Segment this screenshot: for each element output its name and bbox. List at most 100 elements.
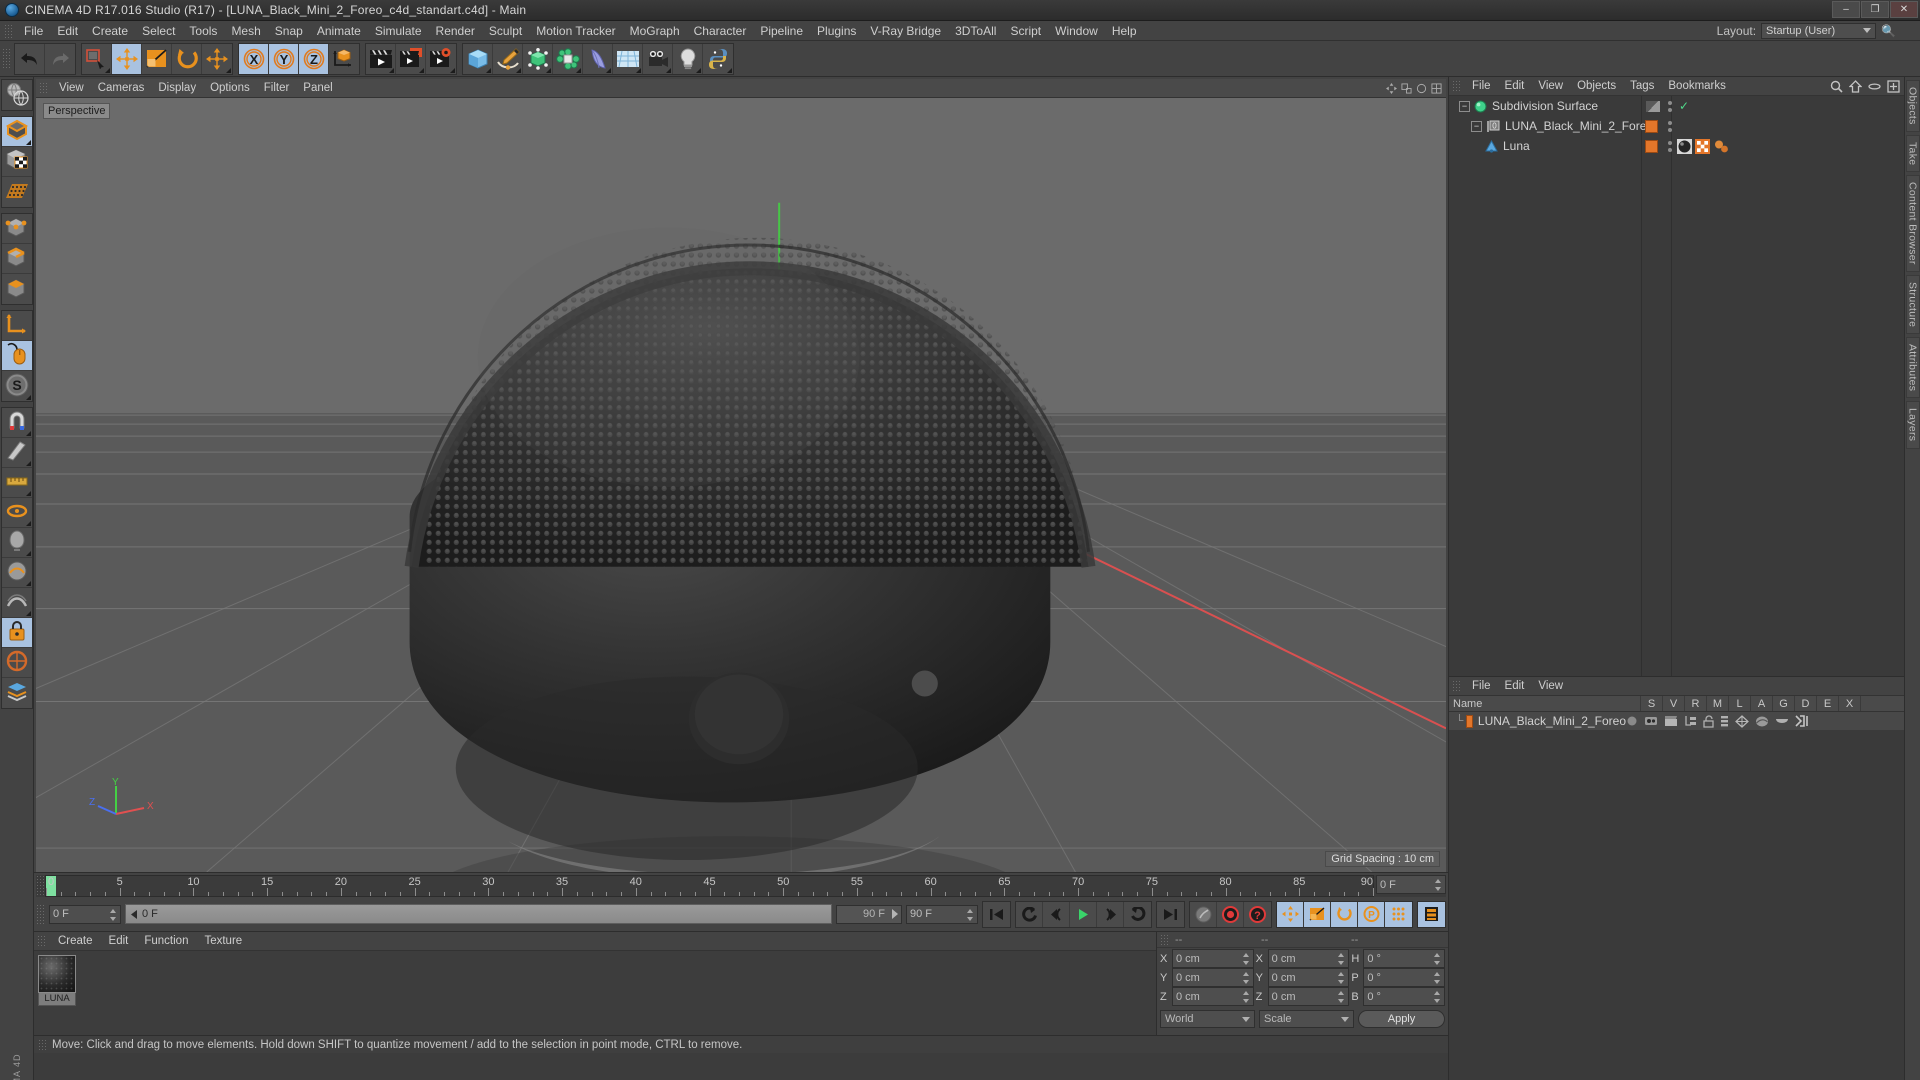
object-color-tag[interactable] [1645, 139, 1658, 153]
coordinates-grip-icon[interactable] [1160, 934, 1169, 945]
spinner-icon[interactable] [1242, 953, 1250, 965]
vertical-tab-objects[interactable]: Objects [1905, 80, 1920, 132]
timeline-ruler-track[interactable]: 0 5 10 15 20 25 30 35 40 45 50 55 60 65 70 75 80 85 90 [45, 875, 1374, 897]
timeline-scrubber[interactable]: 0 F [125, 904, 832, 924]
size-x-field[interactable]: 0 cm [1267, 949, 1350, 968]
pla-key-button[interactable]: P [1358, 901, 1385, 927]
brush-tool-button[interactable] [1, 528, 32, 558]
spinner-icon[interactable] [1434, 972, 1441, 984]
object-menu-item-view[interactable]: View [1531, 77, 1570, 96]
flyout-corner-icon[interactable] [25, 581, 31, 586]
layer-manager-grip-icon[interactable] [1452, 679, 1461, 693]
menu-item-file[interactable]: File [17, 21, 50, 41]
viewport-menu-item-panel[interactable]: Panel [296, 79, 339, 98]
render-region-button[interactable] [1, 648, 32, 678]
object-menu-item-bookmarks[interactable]: Bookmarks [1661, 77, 1733, 96]
add-nurbs-button[interactable] [523, 43, 553, 74]
lock-z-button[interactable]: Z [299, 43, 329, 74]
viewport-menu-item-cameras[interactable]: Cameras [91, 79, 152, 98]
menu-item-help[interactable]: Help [1105, 21, 1144, 41]
model-mode-button[interactable] [1, 117, 32, 147]
menu-item-sculpt[interactable]: Sculpt [482, 21, 529, 41]
record-active-objects-button[interactable] [1217, 901, 1244, 927]
autokey-button[interactable] [1190, 901, 1217, 927]
coordinate-system-select[interactable]: World [1160, 1010, 1255, 1028]
menu-item-plugins[interactable]: Plugins [810, 21, 863, 41]
object-row-subdivision-surface[interactable]: − Subdivision Surface ✓ [1449, 96, 1904, 116]
layout-select[interactable]: Startup (User) [1761, 22, 1877, 39]
minimize-button[interactable]: – [1832, 1, 1860, 18]
timeline-film-button[interactable] [1418, 901, 1445, 927]
preview-range-field[interactable]: 0 F [1376, 875, 1446, 894]
object-tree[interactable]: − Subdivision Surface ✓ − 0 LUNA_Black_M… [1449, 96, 1904, 676]
apply-button[interactable]: Apply [1358, 1010, 1445, 1028]
size-y-field[interactable]: 0 cm [1267, 968, 1350, 987]
flyout-corner-icon[interactable] [389, 67, 394, 73]
fit-icon[interactable] [1887, 79, 1900, 93]
menu-item-mesh[interactable]: Mesh [224, 21, 267, 41]
phong-tag-icon[interactable] [1713, 139, 1730, 154]
visible-eye-icon[interactable] [1644, 715, 1658, 727]
vertical-tab-take[interactable]: Take [1905, 134, 1920, 173]
spinner-icon[interactable] [1434, 991, 1441, 1003]
add-spline-button[interactable] [493, 43, 523, 74]
lock-x-button[interactable]: X [239, 43, 269, 74]
scale-tool-button[interactable] [142, 43, 172, 74]
uvw-tag-icon[interactable] [1695, 138, 1710, 154]
material-menu-item-function[interactable]: Function [136, 932, 196, 951]
menu-item-script[interactable]: Script [1003, 21, 1048, 41]
spinner-icon[interactable] [1242, 972, 1250, 984]
spinner-icon[interactable] [1338, 991, 1345, 1003]
flyout-corner-icon[interactable] [25, 521, 31, 526]
flyout-corner-icon[interactable] [105, 67, 110, 73]
flyout-corner-icon[interactable] [25, 461, 31, 466]
solo-dot-icon[interactable] [1626, 715, 1638, 727]
add-light-button[interactable] [673, 43, 703, 74]
flyout-corner-icon[interactable] [516, 67, 521, 73]
maximize-view-icon[interactable] [1431, 82, 1442, 94]
flyout-corner-icon[interactable] [546, 67, 551, 73]
flyout-corner-icon[interactable] [25, 431, 31, 436]
points-mode-button[interactable] [1, 214, 32, 244]
rotate-view-icon[interactable] [1416, 83, 1427, 94]
play-loop-button[interactable] [1124, 902, 1151, 927]
layers-tool-button[interactable] [2, 678, 32, 708]
live-selection-button[interactable] [82, 43, 112, 74]
flyout-corner-icon[interactable] [25, 611, 31, 616]
world-object-coordinates-button[interactable] [329, 44, 359, 74]
python-button[interactable] [703, 44, 733, 74]
timeline-ruler[interactable]: 0 5 10 15 20 25 30 35 40 45 50 55 60 65 70 75 80 85 90 0 F [36, 875, 1446, 897]
texture-mode-button[interactable] [1, 147, 32, 177]
visibility-dots[interactable] [1665, 140, 1674, 152]
flyout-corner-icon[interactable] [727, 67, 732, 73]
go-to-end-button[interactable] [1157, 902, 1184, 927]
flyout-corner-icon[interactable] [666, 67, 671, 73]
flyout-corner-icon[interactable] [25, 551, 31, 556]
viewport-grip-icon[interactable] [39, 81, 48, 95]
size-z-field[interactable]: 0 cm [1267, 987, 1350, 1006]
spinner-icon[interactable] [1242, 991, 1250, 1003]
move-tool-button[interactable] [112, 43, 142, 74]
menu-item-animate[interactable]: Animate [310, 21, 368, 41]
smooth-tool-button[interactable] [1, 588, 32, 618]
previous-frame-button[interactable] [1043, 901, 1070, 927]
spinner-icon[interactable] [110, 908, 117, 921]
redo-button[interactable] [45, 44, 75, 74]
layer-menu-item-view[interactable]: View [1531, 677, 1570, 696]
viewport-menu-item-display[interactable]: Display [151, 79, 203, 98]
rotation-h-field[interactable]: 0 ° [1363, 949, 1446, 968]
visibility-dots-toggle[interactable] [1645, 99, 1661, 113]
material-menu-item-texture[interactable]: Texture [196, 932, 250, 951]
twirl-icon[interactable]: − [1471, 120, 1482, 132]
make-editable-button[interactable] [2, 80, 32, 110]
menu-item-window[interactable]: Window [1048, 21, 1105, 41]
material-tag-icon[interactable] [1677, 138, 1692, 154]
menu-item-create[interactable]: Create [85, 21, 135, 41]
layer-column-s[interactable]: S [1641, 696, 1663, 711]
material-menu-item-edit[interactable]: Edit [101, 932, 137, 951]
object-color-tag[interactable] [1645, 119, 1658, 133]
layer-color-swatch[interactable] [1466, 714, 1473, 728]
add-camera-button[interactable] [643, 43, 673, 74]
flyout-corner-icon[interactable] [696, 67, 701, 73]
layer-column-x[interactable]: X [1839, 696, 1861, 711]
